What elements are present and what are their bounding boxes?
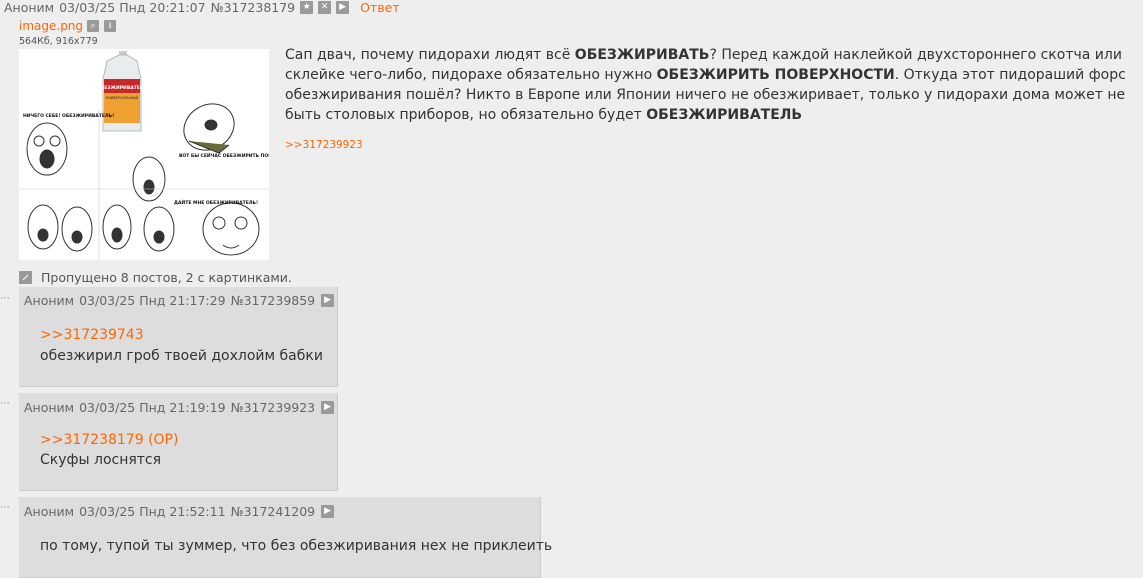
play-icon[interactable]: ▶ xyxy=(336,0,350,14)
reply-text: Скуфы лоснятся xyxy=(40,452,162,468)
star-icon[interactable]: ★ xyxy=(300,0,314,14)
reply-ref[interactable]: >>317239743 xyxy=(40,327,144,343)
svg-text:ОБЕЗЖИРИВАТЕЛЬ: ОБЕЗЖИРИВАТЕЛЬ xyxy=(97,85,148,91)
reply-date: 03/03/25 Пнд 21:19:19 xyxy=(79,400,226,415)
reply-header: Аноним 03/03/25 Пнд 21:52:11 №317241209 … xyxy=(24,504,339,519)
search-icon[interactable]: ⌕ xyxy=(87,20,100,32)
reply-post-number[interactable]: №317239923 xyxy=(231,400,316,415)
file-name-link[interactable]: image.png xyxy=(19,19,83,33)
reply-date: 03/03/25 Пнд 21:17:29 xyxy=(79,293,226,308)
reply-author: Аноним xyxy=(24,504,75,519)
reply-post-1: Аноним 03/03/25 Пнд 21:17:29 №317239859 … xyxy=(19,287,338,387)
op-message: Сап двач, почему пидорахи людят всё ОБЕЗ… xyxy=(285,45,1135,125)
expand-icon[interactable] xyxy=(19,271,32,284)
op-message-bold: ОБЕЗЖИРИТЬ ПОВЕРХНОСТИ xyxy=(656,67,895,83)
op-message-bold: ОБЕЗЖИРИВАТЕЛЬ xyxy=(646,107,803,123)
reply-post-number[interactable]: №317239859 xyxy=(231,293,316,308)
op-post-header: Аноним 03/03/25 Пнд 20:21:07 №317238179 … xyxy=(4,0,405,15)
download-icon[interactable]: ⭳ xyxy=(104,20,117,32)
omitted-posts-notice[interactable]: Пропущено 8 постов, 2 с картинками. xyxy=(19,270,292,285)
reply-post-3: Аноним 03/03/25 Пнд 21:52:11 №317241209 … xyxy=(19,497,552,578)
reply-author: Аноним xyxy=(24,400,75,415)
reply-header: Аноним 03/03/25 Пнд 21:19:19 №317239923 … xyxy=(24,400,339,415)
op-reply-ref[interactable]: >>317239923 xyxy=(285,139,363,151)
reply-dots: ⋯ xyxy=(0,502,11,513)
svg-text:НИЧЕГО СЕБЕ! ОБЕЗЖИРИВАТЕЛЬ!: НИЧЕГО СЕБЕ! ОБЕЗЖИРИВАТЕЛЬ! xyxy=(23,113,114,119)
file-info: image.png ⌕ ⭳ xyxy=(19,19,121,33)
omitted-text: Пропущено 8 постов, 2 с картинками. xyxy=(41,270,292,285)
reply-button[interactable]: Ответ xyxy=(360,0,399,15)
reply-post-number[interactable]: №317241209 xyxy=(231,504,316,519)
reply-text: обезжирил гроб твоей дохлойм бабки xyxy=(40,348,323,364)
op-post-number[interactable]: №317238179 xyxy=(211,0,296,15)
op-date: 03/03/25 Пнд 20:21:07 xyxy=(59,0,206,15)
op-author: Аноним xyxy=(4,0,55,15)
reply-author: Аноним xyxy=(24,293,75,308)
reply-header: Аноним 03/03/25 Пнд 21:17:29 №317239859 … xyxy=(24,293,339,308)
file-meta: 564Кб, 916x779 xyxy=(19,36,98,47)
reply-date: 03/03/25 Пнд 21:52:11 xyxy=(79,504,226,519)
svg-text:УНИВЕРСАЛЬНЫЙ: УНИВЕРСАЛЬНЫЙ xyxy=(106,95,139,100)
reply-ref[interactable]: >>317238179 (OP) xyxy=(40,432,178,448)
play-icon[interactable]: ▶ xyxy=(321,401,335,414)
reply-text: по тому, тупой ты зуммер, что без обезжи… xyxy=(40,538,553,554)
reply-dots: ⋯ xyxy=(0,293,11,304)
post-image-thumbnail[interactable]: ОБЕЗЖИРИВАТЕЛЬ УНИВЕРСАЛЬНЫЙ НИЧЕГО СЕБЕ… xyxy=(19,49,269,260)
op-message-bold: ОБЕЗЖИРИВАТЬ xyxy=(574,47,710,63)
hide-icon[interactable]: ✕ xyxy=(318,0,332,14)
play-icon[interactable]: ▶ xyxy=(321,294,335,307)
reply-post-2: Аноним 03/03/25 Пнд 21:19:19 №317239923 … xyxy=(19,393,338,491)
op-message-part: Сап двач, почему пидорахи людят всё xyxy=(285,47,575,63)
play-icon[interactable]: ▶ xyxy=(321,505,335,518)
reply-dots: ⋯ xyxy=(0,398,11,409)
